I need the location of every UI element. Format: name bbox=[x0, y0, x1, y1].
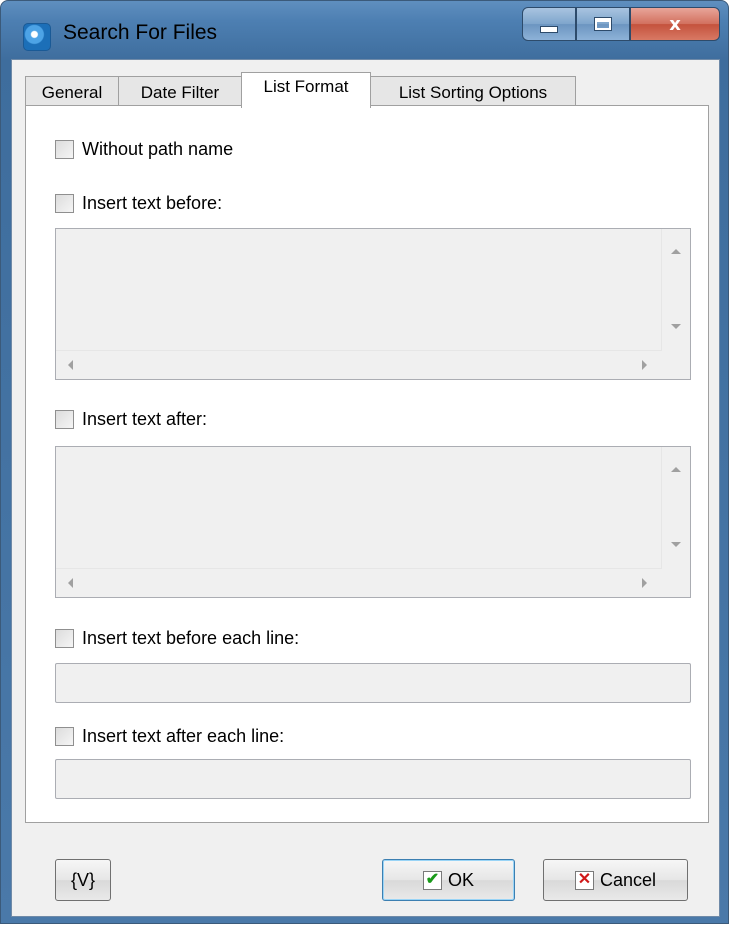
after-each-line-input[interactable] bbox=[55, 759, 691, 799]
caption-buttons: x bbox=[522, 7, 720, 41]
cancel-button[interactable]: ✕ Cancel bbox=[543, 859, 688, 901]
vertical-scrollbar[interactable] bbox=[661, 447, 690, 569]
scroll-right-icon[interactable] bbox=[642, 360, 647, 370]
tab-list-sorting-options[interactable]: List Sorting Options bbox=[370, 76, 576, 106]
text-before-row: Insert text before: bbox=[55, 193, 222, 214]
ok-button-label: OK bbox=[447, 869, 474, 890]
after-each-line-row: Insert text after each line: bbox=[55, 726, 284, 747]
text-after-checkbox[interactable] bbox=[55, 410, 74, 429]
before-each-line-input[interactable] bbox=[55, 663, 691, 703]
without-path-checkbox[interactable] bbox=[55, 140, 74, 159]
tab-date-filter[interactable]: Date Filter bbox=[118, 76, 242, 106]
after-each-line-checkbox[interactable] bbox=[55, 727, 74, 746]
x-icon: ✕ bbox=[574, 870, 594, 890]
app-icon bbox=[23, 23, 51, 51]
close-button[interactable]: x bbox=[630, 7, 720, 41]
maximize-icon bbox=[594, 17, 612, 31]
text-before-checkbox[interactable] bbox=[55, 194, 74, 213]
horizontal-scrollbar[interactable] bbox=[56, 568, 662, 597]
dialog-window: Search For Files x General Date Filter L… bbox=[0, 0, 729, 924]
scroll-left-icon[interactable] bbox=[68, 360, 73, 370]
maximize-button[interactable] bbox=[576, 7, 630, 41]
checkmark-icon: ✔ bbox=[422, 870, 442, 890]
variables-button-label: {V} bbox=[70, 869, 96, 890]
before-each-line-row: Insert text before each line: bbox=[55, 628, 299, 649]
tab-general[interactable]: General bbox=[25, 76, 119, 106]
scroll-down-icon[interactable] bbox=[671, 324, 681, 329]
close-icon: x bbox=[669, 13, 681, 35]
horizontal-scrollbar[interactable] bbox=[56, 350, 662, 379]
dialog-client: General Date Filter List Format List Sor… bbox=[11, 59, 720, 917]
without-path-label[interactable]: Without path name bbox=[82, 139, 233, 160]
cancel-button-label: Cancel bbox=[599, 869, 657, 890]
text-before-label[interactable]: Insert text before: bbox=[82, 193, 222, 214]
text-after-label[interactable]: Insert text after: bbox=[82, 409, 207, 430]
before-each-line-checkbox[interactable] bbox=[55, 629, 74, 648]
before-each-line-label[interactable]: Insert text before each line: bbox=[82, 628, 299, 649]
scroll-up-icon[interactable] bbox=[671, 467, 681, 472]
text-before-memo[interactable] bbox=[55, 228, 691, 380]
tab-list-format[interactable]: List Format bbox=[241, 72, 371, 108]
tab-panel-list-format: Without path name Insert text before: In… bbox=[25, 105, 709, 823]
title-bar[interactable]: Search For Files x bbox=[1, 1, 728, 59]
vertical-scrollbar[interactable] bbox=[661, 229, 690, 351]
scroll-right-icon[interactable] bbox=[642, 578, 647, 588]
scroll-left-icon[interactable] bbox=[68, 578, 73, 588]
after-each-line-label[interactable]: Insert text after each line: bbox=[82, 726, 284, 747]
minimize-button[interactable] bbox=[522, 7, 576, 41]
scroll-up-icon[interactable] bbox=[671, 249, 681, 254]
without-path-row: Without path name bbox=[55, 139, 233, 160]
text-after-memo[interactable] bbox=[55, 446, 691, 598]
window-title: Search For Files bbox=[63, 21, 218, 44]
scroll-down-icon[interactable] bbox=[671, 542, 681, 547]
text-after-row: Insert text after: bbox=[55, 409, 207, 430]
variables-button[interactable]: {V} bbox=[55, 859, 111, 901]
minimize-icon bbox=[541, 26, 557, 32]
ok-button[interactable]: ✔ OK bbox=[382, 859, 515, 901]
